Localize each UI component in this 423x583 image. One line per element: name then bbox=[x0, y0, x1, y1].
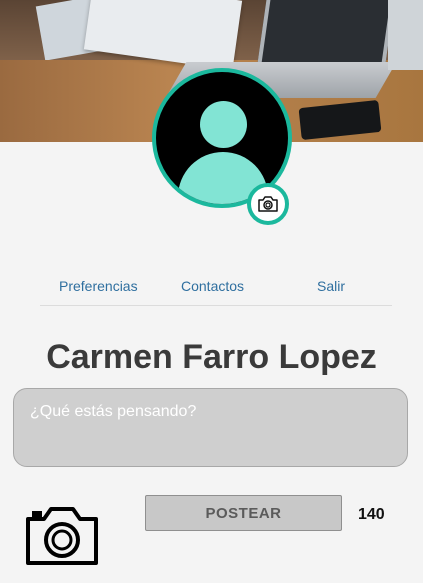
nav-item-preferencias[interactable]: Preferencias bbox=[59, 278, 138, 294]
camera-icon bbox=[258, 196, 278, 212]
nav-item-salir[interactable]: Salir bbox=[317, 278, 345, 294]
nav-item-contactos[interactable]: Contactos bbox=[181, 278, 244, 294]
post-button[interactable]: POSTEAR bbox=[145, 495, 342, 531]
attach-photo-camera-icon[interactable] bbox=[24, 505, 100, 567]
char-counter: 140 bbox=[358, 506, 385, 523]
avatar-head-shape bbox=[200, 101, 247, 148]
cover-mug bbox=[388, 0, 423, 70]
profile-nav: Preferencias Contactos Salir bbox=[40, 270, 392, 306]
post-input[interactable] bbox=[13, 388, 408, 467]
profile-name: Carmen Farro Lopez bbox=[46, 338, 377, 376]
change-avatar-button[interactable] bbox=[247, 183, 289, 225]
